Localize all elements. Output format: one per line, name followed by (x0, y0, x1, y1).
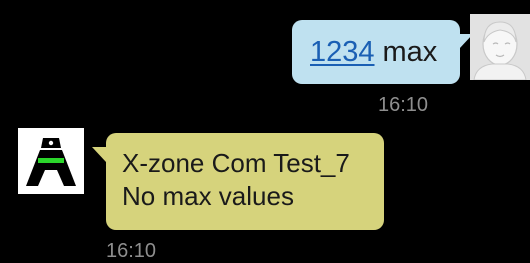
sent-message-timestamp: 16:10 (378, 94, 429, 116)
received-message-line-1: X-zone Com Test_7 (122, 148, 350, 178)
received-message-line-2: No max values (122, 181, 294, 211)
sent-message-link[interactable]: 1234 (310, 36, 375, 69)
received-message-bubble[interactable]: X-zone Com Test_7 No max values (92, 133, 384, 230)
x-zone-logo-icon (18, 128, 84, 194)
default-contact-avatar-icon[interactable] (470, 14, 530, 80)
sent-message-text: max (382, 35, 438, 68)
contact-silhouette-icon (470, 14, 530, 80)
x-zone-device-logo-icon[interactable] (18, 128, 84, 194)
sent-message-bubble[interactable]: 1234 max (292, 20, 473, 84)
